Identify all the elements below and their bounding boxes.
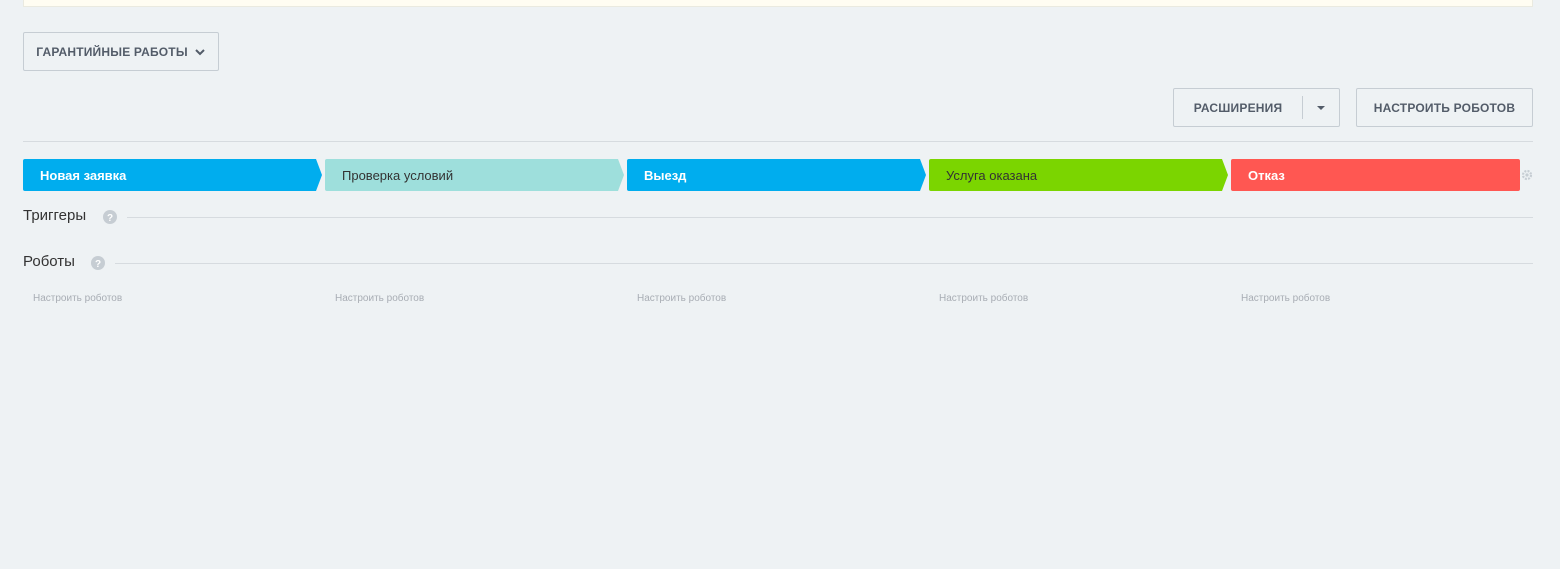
notice-strip [23,0,1533,7]
extensions-label: РАСШИРЕНИЯ [1193,100,1283,115]
svg-text:?: ? [107,213,113,224]
stage-label: Проверка условий [342,167,454,183]
stage-label: Отказ [1248,167,1285,183]
stage-label: Выезд [644,167,687,183]
svg-text:?: ? [95,259,101,270]
robots-page: ГАРАНТИЙНЫЕ РАБОТЫ РАСШИРЕНИЯ НАСТРОИТЬ … [0,0,1560,569]
gear-icon[interactable] [1521,169,1533,181]
caret-down-icon [1317,105,1325,110]
configure-robots-link[interactable]: Настроить роботов [33,293,122,304]
extensions-menu-toggle[interactable] [1303,89,1339,126]
stage-new-request[interactable]: Новая заявка [23,159,322,191]
configure-robots-link[interactable]: Настроить роботов [1241,293,1330,304]
stage-service-done[interactable]: Услуга оказана [929,159,1228,191]
category-dropdown-button[interactable]: ГАРАНТИЙНЫЕ РАБОТЫ [23,32,219,71]
extensions-button[interactable]: РАСШИРЕНИЯ [1173,88,1340,127]
configure-robots-label: НАСТРОИТЬ РОБОТОВ [1373,100,1516,115]
configure-robots-link[interactable]: Настроить роботов [335,293,424,304]
stage-label: Новая заявка [40,167,127,183]
stage-visit[interactable]: Выезд [627,159,926,191]
triggers-title: Триггеры [23,207,87,224]
help-icon[interactable]: ? [103,210,117,224]
chevron-down-icon [195,48,205,55]
configure-robots-link[interactable]: Настроить роботов [939,293,1028,304]
robots-title: Роботы [23,253,75,270]
stage-rejected[interactable]: Отказ [1231,159,1520,191]
stage-check-conditions[interactable]: Проверка условий [325,159,624,191]
stage-label: Услуга оказана [946,167,1038,183]
triggers-divider [127,217,1533,218]
category-label: ГАРАНТИЙНЫЕ РАБОТЫ [36,44,188,59]
robots-divider [115,263,1533,264]
configure-robots-link[interactable]: Настроить роботов [637,293,726,304]
configure-robots-button[interactable]: НАСТРОИТЬ РОБОТОВ [1356,88,1533,127]
toolbar-divider [23,141,1533,142]
help-icon[interactable]: ? [91,256,105,270]
